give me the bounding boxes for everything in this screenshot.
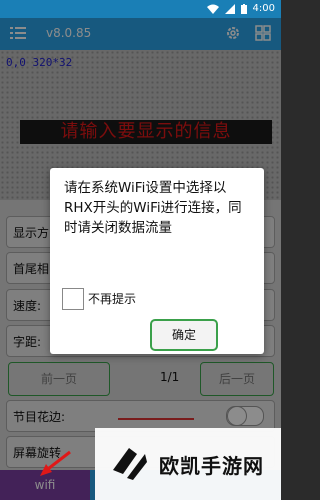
arrow-icon bbox=[40, 450, 71, 476]
battery-icon bbox=[240, 3, 247, 14]
cell-signal-icon bbox=[224, 3, 235, 14]
dont-show-label: 不再提示 bbox=[88, 292, 137, 306]
wifi-signal-icon bbox=[206, 4, 219, 14]
watermark: 欧凯手游网 bbox=[95, 428, 281, 500]
watermark-logo-icon bbox=[113, 448, 147, 480]
ok-button[interactable]: 确定 bbox=[150, 319, 218, 351]
dialog-message: 请在系统WiFi设置中选择以RHX开头的WiFi进行连接，同时请关闭数据流量 bbox=[64, 180, 242, 236]
watermark-text: 欧凯手游网 bbox=[159, 454, 264, 478]
dont-show-checkbox[interactable] bbox=[62, 288, 84, 310]
status-bar: 4:00 bbox=[0, 0, 281, 18]
clock: 4:00 bbox=[252, 3, 275, 14]
wifi-dialog: 请在系统WiFi设置中选择以RHX开头的WiFi进行连接，同时请关闭数据流量 不… bbox=[50, 168, 264, 354]
